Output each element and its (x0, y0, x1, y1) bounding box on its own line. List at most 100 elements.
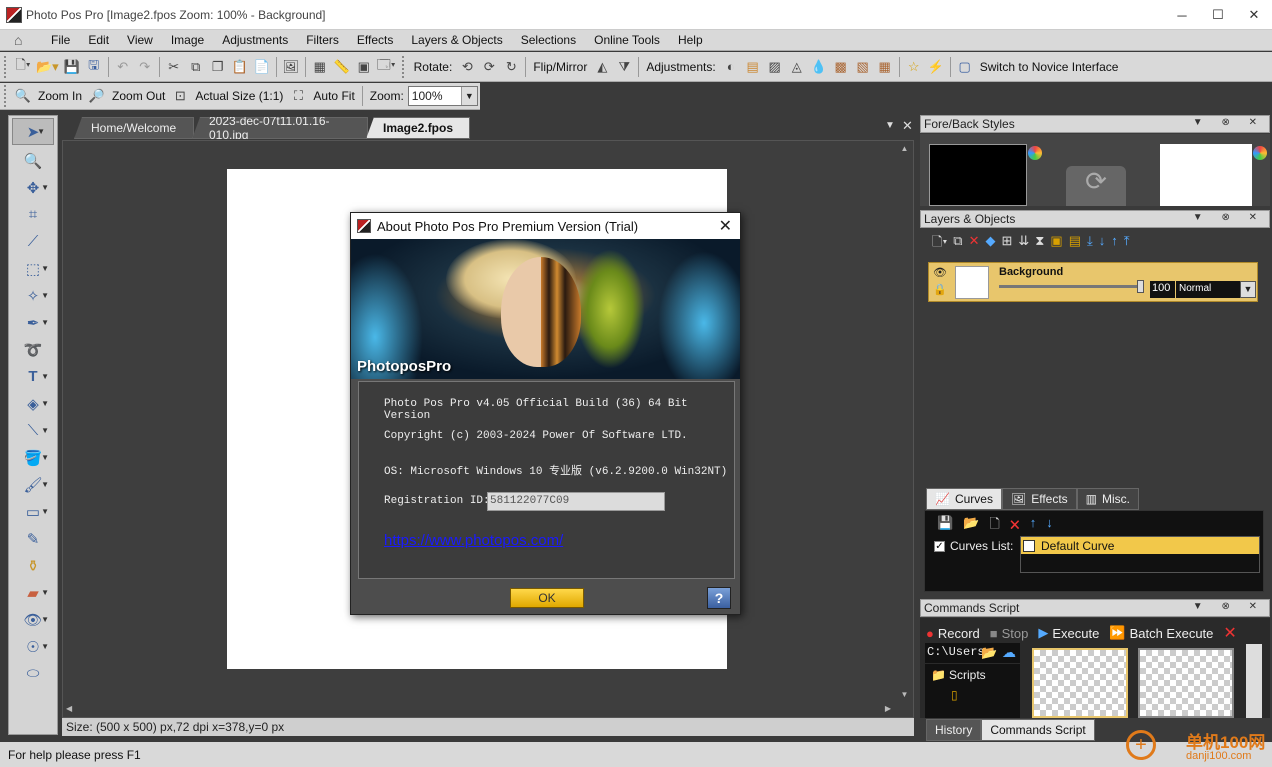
curve-open-icon[interactable]: 📂 (963, 515, 979, 537)
ok-button[interactable]: OK (510, 588, 584, 608)
tab-curves[interactable]: 📈 Curves (926, 488, 1002, 510)
redo-icon[interactable]: ↷ (134, 56, 156, 78)
auto-fit-button[interactable]: Auto Fit (309, 89, 358, 103)
rotate-left-icon[interactable]: ⟲ (456, 56, 478, 78)
tab-effects[interactable]: 🖼 Effects (1001, 488, 1077, 510)
clear-icon[interactable]: ✕ (1223, 623, 1236, 643)
stop-icon[interactable]: ■ (990, 626, 998, 641)
vertical-scrollbar[interactable]: ▲ ▼ (897, 141, 912, 701)
lasso-tool-icon[interactable]: ➰ (9, 336, 57, 363)
merge-icon[interactable]: ⇊ (1018, 233, 1029, 255)
copy-icon[interactable]: ⧉ (185, 56, 207, 78)
blur-tool-icon[interactable]: ⬭ (9, 660, 57, 687)
tab-misc[interactable]: ▥ Misc. (1076, 488, 1140, 510)
layout-icon[interactable]: ▣ (353, 56, 375, 78)
red-eye-tool-icon[interactable]: 👁 ▼ (9, 606, 57, 633)
opacity-thumb[interactable] (1137, 280, 1144, 293)
duplicate-layer-icon[interactable]: ⧉ (953, 233, 962, 255)
new-file-icon[interactable]: 🗋▾ (12, 56, 34, 78)
stop-button[interactable]: Stop (1002, 626, 1029, 641)
opacity-value[interactable]: 100 (1150, 281, 1175, 298)
merge-visible-icon[interactable]: ⧗ (1035, 233, 1044, 255)
ungroup-icon[interactable]: ▤ (1069, 233, 1081, 255)
curve-up-icon[interactable]: ↑ (1030, 515, 1037, 537)
flip-vertical-icon[interactable]: ⧩ (613, 56, 635, 78)
rotate-free-icon[interactable]: ↻ (500, 56, 522, 78)
photo-filter-icon[interactable]: ▧ (852, 56, 874, 78)
crop-tool-icon[interactable]: ⌗ (9, 201, 57, 228)
fill-tool-icon[interactable]: 🪣 ▼ (9, 444, 57, 471)
curve-save-icon[interactable]: 💾 (937, 515, 953, 537)
minimize-button[interactable]: ─ (1164, 0, 1200, 30)
script-tree[interactable]: 📁 Scripts ▯ (925, 664, 1020, 718)
execute-icon[interactable]: ▶ (1038, 625, 1048, 641)
help-button[interactable]: ? (707, 587, 731, 609)
stamp-tool-icon[interactable]: ⚱ (9, 552, 57, 579)
horizontal-scrollbar[interactable]: ◀ ▶ (63, 701, 897, 717)
color-balance-icon[interactable]: ▤ (742, 56, 764, 78)
pen-tool-icon[interactable]: ✒ ▼ (9, 309, 57, 336)
actual-size-icon[interactable]: ⊡ (169, 85, 191, 107)
blend-mode-select[interactable]: Normal (1176, 281, 1241, 298)
layer-properties-icon[interactable]: ◆ (985, 233, 995, 255)
cloud-icon[interactable]: ☁ (1002, 644, 1016, 661)
levels-icon[interactable]: ◬ (786, 56, 808, 78)
hue-saturation-icon[interactable]: ▨ (764, 56, 786, 78)
visibility-eye-icon[interactable]: 👁 (933, 266, 947, 279)
menu-selections[interactable]: Selections (512, 33, 585, 47)
layers-panel-controls-icon[interactable]: ▼ ⊗ ✕ (1193, 212, 1265, 223)
paste-icon[interactable]: 📋 (229, 56, 251, 78)
close-button[interactable]: ✕ (1236, 0, 1272, 30)
shape-tool-icon[interactable]: ◈ ▼ (9, 390, 57, 417)
line-tool-icon[interactable]: ⟍ ▼ (9, 417, 57, 444)
curve-delete-icon[interactable]: 🗙 (1010, 515, 1020, 537)
grid-icon[interactable]: ▦ (309, 56, 331, 78)
auto-fit-icon[interactable]: ⛶ (287, 85, 309, 107)
menu-filters[interactable]: Filters (297, 33, 348, 47)
delete-layer-icon[interactable]: ✕ (969, 233, 980, 255)
zoom-select[interactable]: 100% ▼ (407, 86, 478, 106)
swap-colors-icon[interactable]: ⟳ (1066, 166, 1126, 206)
record-icon[interactable]: ● (926, 626, 934, 641)
group-icon[interactable]: ▣ (1050, 233, 1062, 255)
menu-image[interactable]: Image (162, 33, 213, 47)
tab-list-chevron-icon[interactable]: ▼ (885, 120, 895, 131)
magic-wand-tool-icon[interactable]: ✧ ▼ (9, 282, 57, 309)
open-folder-icon[interactable]: 📂▾ (34, 56, 61, 78)
actual-size-button[interactable]: Actual Size (1:1) (191, 89, 287, 103)
lightning-icon[interactable]: ⚡ (925, 56, 947, 78)
add-layer-icon[interactable]: ⊞ (1001, 233, 1012, 255)
switch-novice-button[interactable]: Switch to Novice Interface (976, 60, 1123, 74)
subfolder-icon[interactable]: ▯ (951, 688, 958, 702)
background-swatch[interactable] (1160, 144, 1252, 206)
straighten-tool-icon[interactable]: ⟋ (9, 228, 57, 255)
zoom-in-icon[interactable]: 🔍 (12, 85, 34, 107)
eyedropper-tool-icon[interactable]: ✎ (9, 525, 57, 552)
dialog-close-icon[interactable]: ✕ (719, 216, 732, 236)
scroll-right-icon[interactable]: ▶ (885, 704, 891, 713)
lock-icon[interactable]: 🔒 (933, 283, 947, 296)
opacity-slider[interactable] (999, 285, 1139, 288)
toolbar-grip-2[interactable] (401, 55, 406, 78)
brush-tool-icon[interactable]: 🖌 ▼ (9, 471, 57, 498)
curves-list-checkbox[interactable]: ✓ (934, 541, 945, 552)
undo-icon[interactable]: ↶ (112, 56, 134, 78)
ruler-icon[interactable]: 📏 (331, 56, 353, 78)
rotate-right-icon[interactable]: ⟳ (478, 56, 500, 78)
rect-select-tool-icon[interactable]: ⬚ ▼ (9, 255, 57, 282)
save-icon[interactable]: 💾 (61, 56, 83, 78)
tab-commands-script[interactable]: Commands Script (981, 719, 1095, 741)
commands-panel-controls-icon[interactable]: ▼ ⊗ ✕ (1193, 601, 1265, 612)
move-tool-icon[interactable]: ✥ ▼ (9, 174, 57, 201)
chevron-down-icon[interactable]: ▼ (460, 87, 477, 105)
star-icon[interactable]: ☆ (903, 56, 925, 78)
zoom-out-icon[interactable]: 🔎 (86, 85, 108, 107)
select-arrow-tool[interactable]: ➤ ▼ (12, 118, 54, 145)
menu-adjustments[interactable]: Adjustments (213, 33, 297, 47)
zoom-in-button[interactable]: Zoom In (34, 89, 86, 103)
tab-home-welcome[interactable]: Home/Welcome (74, 117, 194, 139)
foreground-swatch[interactable] (929, 144, 1027, 206)
drop-icon[interactable]: 💧 (808, 56, 830, 78)
layer-row[interactable]: 👁 🔒 Background 100 Normal ▼ (928, 262, 1258, 302)
tab-image2[interactable]: Image2.fpos (366, 117, 470, 139)
